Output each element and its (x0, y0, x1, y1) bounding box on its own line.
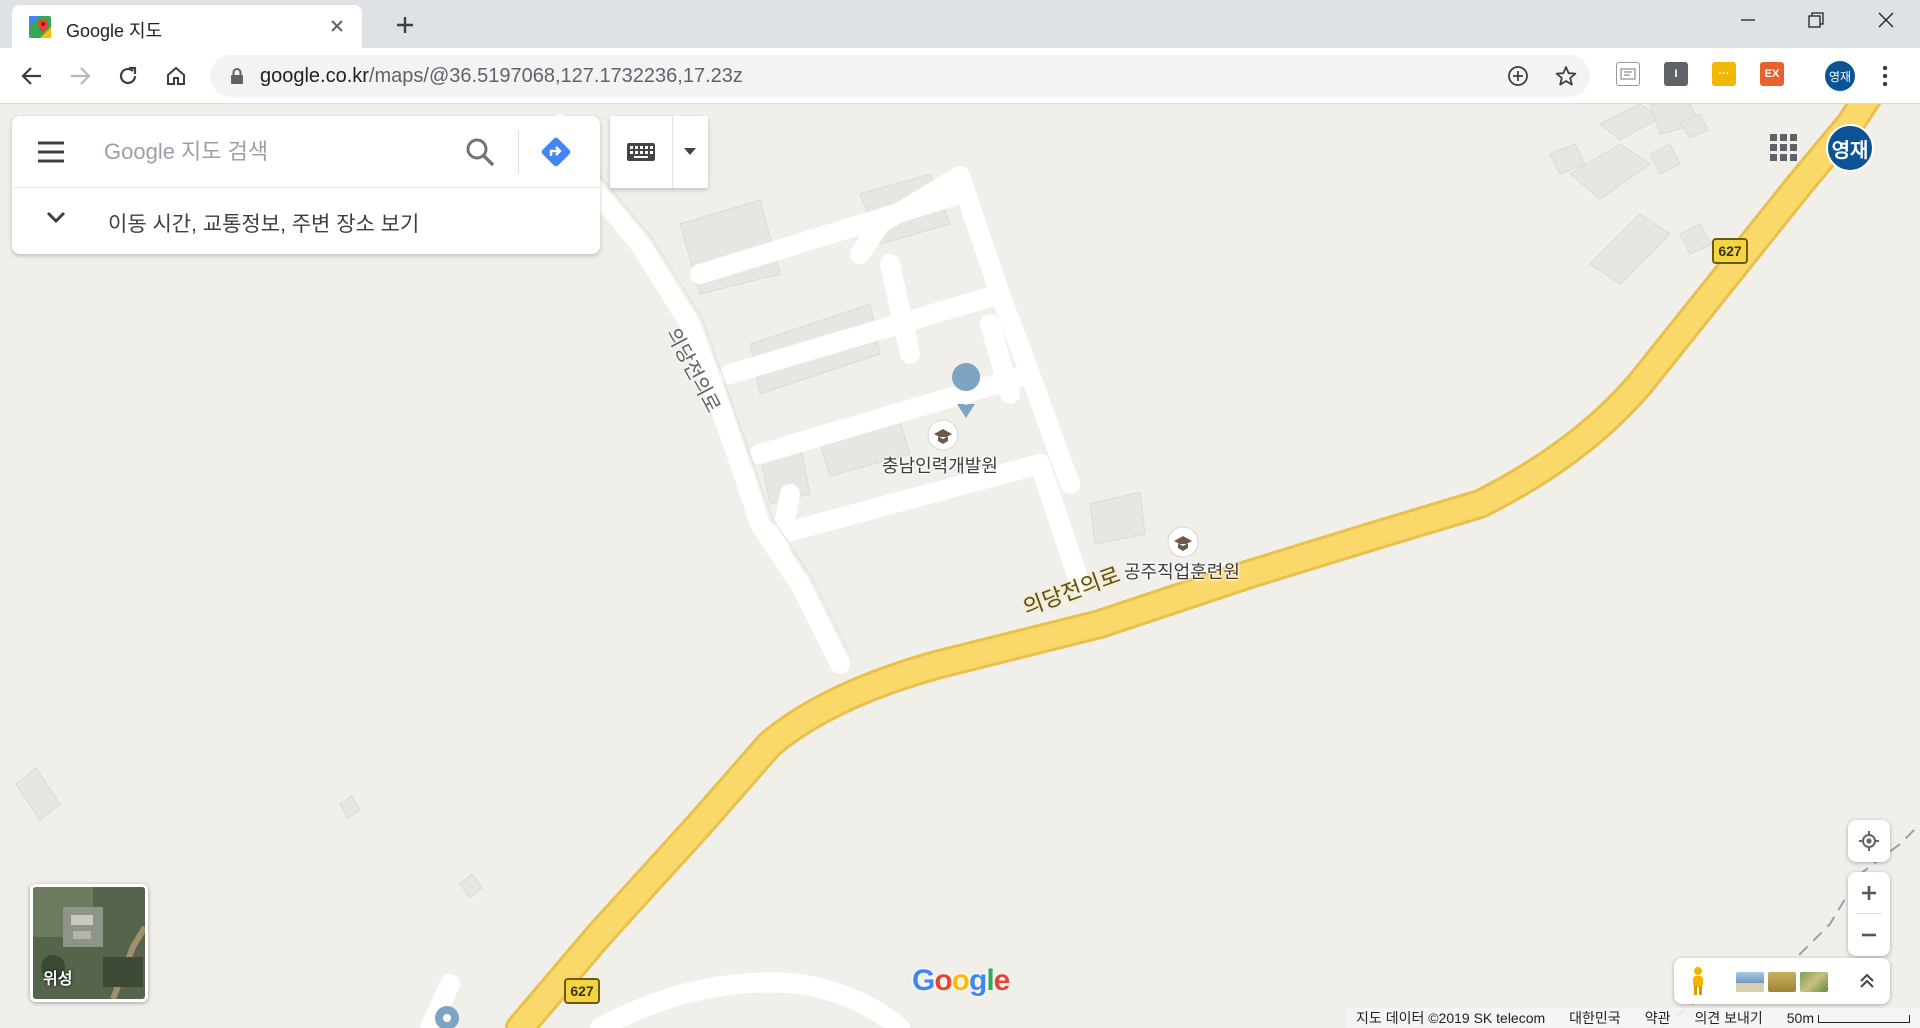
search-row (12, 116, 600, 188)
plus-icon (1862, 886, 1876, 900)
route-shield: 627 (1712, 238, 1748, 264)
map-pin-icon (443, 1014, 451, 1022)
extension-ex-icon[interactable]: EX (1760, 62, 1784, 86)
divider (518, 130, 519, 174)
restore-icon[interactable] (1792, 0, 1840, 40)
directions-icon[interactable] (538, 134, 574, 170)
satellite-toggle[interactable]: 위성 (30, 884, 148, 1002)
forward-icon[interactable] (64, 60, 96, 92)
building-shape (459, 873, 483, 899)
layer-thumbnail[interactable] (1800, 972, 1828, 992)
browser-menu-icon[interactable] (1875, 62, 1895, 90)
url-text[interactable]: google.co.kr/maps/@36.5197068,127.173223… (260, 65, 743, 88)
google-maps-favicon-icon (29, 16, 51, 38)
extension-reader-icon[interactable] (1616, 62, 1640, 86)
building-shape (1569, 143, 1651, 200)
tab-title: Google 지도 (66, 21, 163, 41)
poi-label[interactable]: 충남인력개발원 (882, 452, 998, 478)
building-shape (1089, 491, 1146, 545)
back-icon[interactable] (16, 60, 48, 92)
scale-label: 50m (1786, 1010, 1814, 1026)
layer-thumbnail[interactable] (1736, 972, 1764, 992)
poi-label[interactable]: 공주직업훈련원 (1124, 558, 1240, 584)
map-data-attribution: 지도 데이터 ©2019 SK telecom (1356, 1010, 1546, 1026)
lock-icon[interactable] (230, 67, 244, 85)
google-logo: Google (912, 964, 1010, 997)
my-location-button[interactable] (1848, 820, 1890, 862)
caret-down-icon[interactable] (680, 144, 700, 160)
map-canvas[interactable]: 충남인력개발원 공주직업훈련원 의당전의로 의당전의로 627 627 이동 시… (0, 104, 1920, 1028)
tab-close-icon[interactable] (326, 15, 348, 37)
search-input[interactable] (104, 134, 444, 170)
building-shape (1649, 143, 1681, 175)
tab-strip: Google 지도 (0, 0, 1920, 48)
chevron-down-icon (46, 211, 66, 224)
zoom-in-button[interactable] (1848, 872, 1890, 914)
browser-tab[interactable]: Google 지도 (12, 5, 362, 48)
apps-grid-icon[interactable] (1768, 132, 1800, 164)
minor-road-shape (590, 972, 910, 1028)
browser-toolbar: google.co.kr/maps/@36.5197068,127.173223… (0, 48, 1920, 104)
explore-nearby-label: 이동 시간, 교통정보, 주변 장소 보기 (108, 213, 420, 236)
building-shape (1589, 213, 1671, 285)
divider (672, 116, 673, 188)
url-host: google.co.kr (260, 65, 369, 87)
reload-icon[interactable] (112, 60, 144, 92)
new-tab-icon[interactable] (390, 10, 420, 40)
feedback-link[interactable]: 의견 보내기 (1694, 1008, 1762, 1028)
zoom-controls (1848, 872, 1890, 956)
search-icon[interactable] (462, 134, 498, 170)
minimize-icon[interactable] (1724, 0, 1772, 40)
keyboard-icon[interactable] (624, 138, 658, 166)
add-icon[interactable] (1506, 64, 1530, 88)
browser-profile-avatar[interactable]: 영재 (1825, 61, 1855, 91)
building-shape (1679, 223, 1713, 255)
close-window-icon[interactable] (1862, 0, 1910, 40)
expand-up-icon[interactable] (1854, 968, 1880, 994)
country-link[interactable]: 대한민국 (1569, 1008, 1621, 1028)
input-tools (610, 116, 708, 188)
attribution-bar: 지도 데이터 ©2019 SK telecom 대한민국 약관 의견 보내기 5… (1346, 1008, 1920, 1028)
extension-i-icon[interactable]: I (1664, 62, 1688, 86)
layers-bar (1674, 958, 1890, 1004)
menu-icon[interactable] (36, 138, 66, 166)
address-bar[interactable]: google.co.kr/maps/@36.5197068,127.173223… (210, 55, 1590, 97)
minus-icon (1862, 933, 1876, 937)
satellite-label: 위성 (43, 971, 73, 988)
scale-control[interactable]: 50m (1787, 1010, 1910, 1026)
extension-dots-icon[interactable]: ··· (1712, 62, 1736, 86)
home-icon[interactable] (160, 60, 192, 92)
bookmark-star-icon[interactable] (1554, 64, 1578, 88)
pegman-icon[interactable] (1686, 966, 1710, 996)
search-panel: 이동 시간, 교통정보, 주변 장소 보기 (12, 116, 600, 254)
terms-link[interactable]: 약관 (1645, 1008, 1671, 1028)
account-avatar[interactable]: 영재 (1826, 124, 1874, 172)
crosshair-icon (1859, 831, 1879, 851)
url-path: /maps/@36.5197068,127.1732236,17.23z (368, 65, 743, 87)
building-shape (15, 767, 61, 821)
building-shape (1599, 104, 1661, 141)
route-shield: 627 (564, 978, 600, 1004)
minor-road-shape (880, 254, 920, 364)
building-shape (339, 795, 361, 819)
scale-bar (1818, 1015, 1910, 1023)
layer-thumbnail[interactable] (1768, 972, 1796, 992)
explore-nearby-toggle[interactable]: 이동 시간, 교통정보, 주변 장소 보기 (12, 188, 600, 254)
zoom-out-button[interactable] (1848, 914, 1890, 956)
